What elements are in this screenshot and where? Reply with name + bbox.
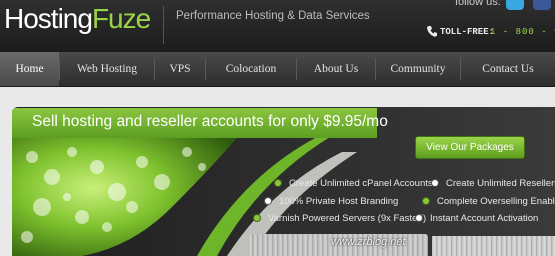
banner-headline: Sell hosting and reseller accounts for o…	[12, 108, 388, 138]
nav-contact-us[interactable]: Contact Us	[461, 52, 555, 86]
green-bullet-icon	[423, 198, 429, 204]
nav-about-us[interactable]: About Us	[297, 52, 375, 86]
logo-text-hosting: Hosting	[4, 3, 93, 34]
facebook-icon[interactable]	[533, 0, 551, 10]
tagline: Performance Hosting & Data Services	[176, 10, 370, 22]
white-bullet-icon	[265, 198, 271, 204]
white-bullet-icon	[416, 215, 422, 221]
nav-colocation[interactable]: Colocation	[206, 52, 296, 86]
view-packages-button[interactable]: View Our Packages	[415, 136, 525, 159]
toll-free-label: TOLL-FREE:	[440, 27, 495, 37]
white-bullet-icon	[432, 180, 438, 186]
server-rack-image	[432, 236, 555, 256]
site-logo[interactable]: HostingFuze	[4, 3, 151, 35]
feature-item: 100% Private Host Branding	[279, 196, 399, 207]
main-nav: Home Web Hosting VPS Colocation About Us…	[0, 52, 555, 87]
headline-text: Sell hosting and reseller accounts for o…	[32, 113, 388, 130]
green-bullet-icon	[254, 215, 260, 221]
feature-item: Varnish Powered Servers (9x Faster!)	[268, 213, 427, 224]
feature-item: Complete Overselling Enabled	[437, 196, 555, 207]
header-divider	[163, 6, 164, 44]
nav-community[interactable]: Community	[376, 52, 460, 86]
feature-item: Create Unlimited cPanel Accounts	[289, 178, 433, 189]
feature-item: Create Unlimited Resellers	[446, 178, 555, 189]
feature-item: Instant Account Activation	[430, 213, 539, 224]
nav-home[interactable]: Home	[0, 52, 59, 86]
nav-vps[interactable]: VPS	[155, 52, 205, 86]
site-header: HostingFuze Performance Hosting & Data S…	[0, 0, 555, 52]
watermark-text: www.zrblog.net	[331, 236, 406, 248]
green-bullet-icon	[275, 180, 281, 186]
follow-label: follow us:	[455, 0, 501, 8]
phone-icon	[427, 26, 437, 37]
phone-number[interactable]: 1 - 800 - 969	[490, 27, 555, 37]
twitter-icon[interactable]	[506, 0, 524, 10]
nav-web-hosting[interactable]: Web Hosting	[60, 52, 154, 86]
logo-text-fuze: Fuze	[91, 3, 151, 34]
